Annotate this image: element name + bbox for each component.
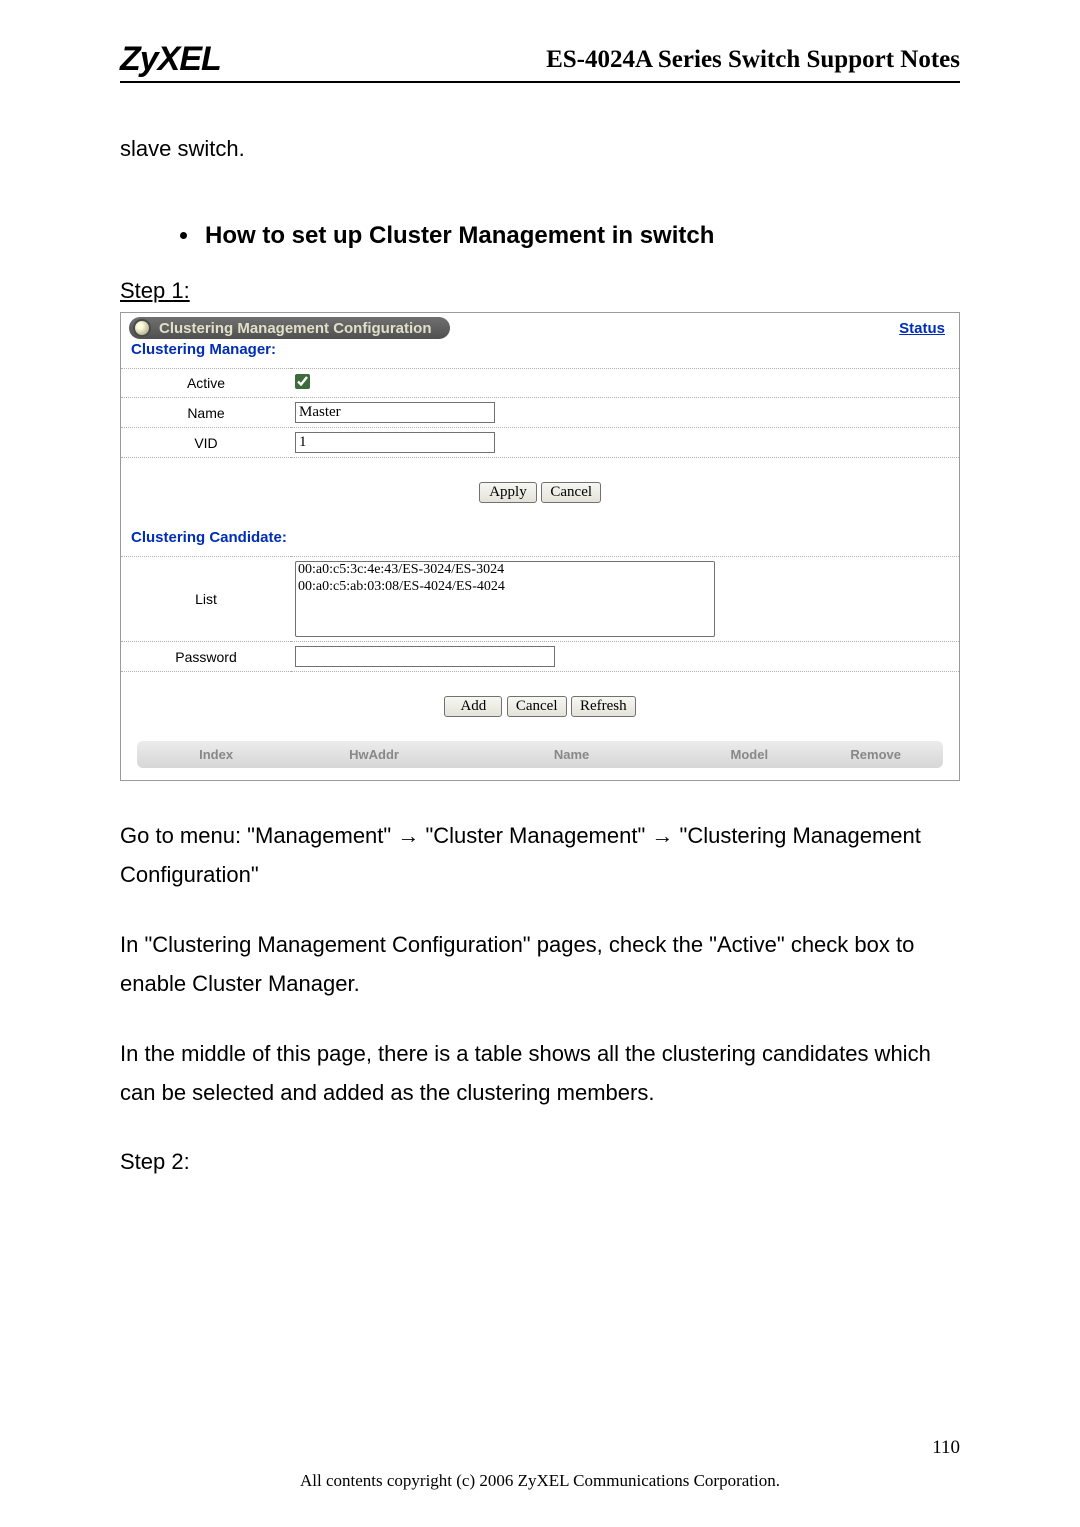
paragraph-1: Go to menu: "Management" → "Cluster Mana…: [120, 817, 960, 894]
tab-pill: Clustering Management Configuration: [129, 317, 450, 339]
clustering-candidate-heading: Clustering Candidate:: [121, 527, 959, 556]
tab-title: Clustering Management Configuration: [159, 320, 432, 337]
label-list: List: [121, 557, 291, 642]
arrow-icon: →: [651, 823, 673, 848]
row-name: Name: [121, 398, 959, 428]
col-hwaddr: HwAddr: [287, 747, 461, 762]
page-number: 110: [932, 1437, 960, 1459]
list-item[interactable]: 00:a0:c5:ab:03:08/ES-4024/ES-4024: [296, 579, 714, 596]
col-name: Name: [461, 747, 682, 762]
row-active: Active: [121, 369, 959, 398]
col-remove: Remove: [816, 747, 935, 762]
row-list: List 00:a0:c5:3c:4e:43/ES-3024/ES-3024 0…: [121, 557, 959, 642]
paragraph-3: In the middle of this page, there is a t…: [120, 1035, 960, 1112]
row-password: Password: [121, 642, 959, 672]
section-heading: How to set up Cluster Management in swit…: [180, 222, 960, 250]
refresh-button[interactable]: Refresh: [571, 696, 636, 717]
logo: ZyXEL: [120, 40, 221, 79]
label-name: Name: [121, 398, 291, 428]
manager-button-row: Apply Cancel: [121, 458, 959, 527]
footer-copyright: All contents copyright (c) 2006 ZyXEL Co…: [120, 1471, 960, 1491]
document-title: ES-4024A Series Switch Support Notes: [546, 46, 960, 74]
paragraph-2: In "Clustering Management Configuration"…: [120, 926, 960, 1003]
step-2-label: Step 2:: [120, 1144, 960, 1179]
members-table-header: Index HwAddr Name Model Remove: [137, 741, 943, 768]
label-password: Password: [121, 642, 291, 672]
status-link[interactable]: Status: [899, 320, 949, 337]
vid-input[interactable]: [295, 432, 495, 453]
active-checkbox[interactable]: [295, 374, 310, 389]
name-input[interactable]: [295, 402, 495, 423]
cancel-button-2[interactable]: Cancel: [507, 696, 567, 717]
list-item[interactable]: 00:a0:c5:3c:4e:43/ES-3024/ES-3024: [296, 562, 714, 579]
candidate-list[interactable]: 00:a0:c5:3c:4e:43/ES-3024/ES-3024 00:a0:…: [295, 561, 715, 637]
page-header: ZyXEL ES-4024A Series Switch Support Not…: [120, 40, 960, 83]
row-vid: VID: [121, 428, 959, 458]
arrow-icon: →: [397, 823, 419, 848]
cancel-button[interactable]: Cancel: [541, 482, 601, 503]
col-model: Model: [682, 747, 816, 762]
label-active: Active: [121, 369, 291, 398]
heading-text: How to set up Cluster Management in swit…: [205, 222, 714, 249]
panel-header: Clustering Management Configuration Stat…: [121, 313, 959, 339]
apply-button[interactable]: Apply: [479, 482, 537, 503]
intro-text: slave switch.: [120, 131, 960, 166]
col-index: Index: [145, 747, 287, 762]
candidate-form: List 00:a0:c5:3c:4e:43/ES-3024/ES-3024 0…: [121, 556, 959, 672]
config-panel: Clustering Management Configuration Stat…: [120, 312, 960, 781]
candidate-button-row: Add Cancel Refresh: [121, 672, 959, 741]
password-input[interactable]: [295, 646, 555, 667]
bullet-icon: [180, 232, 187, 239]
manager-form: Active Name VID: [121, 368, 959, 458]
step-1-label: Step 1:: [120, 278, 960, 304]
add-button[interactable]: Add: [444, 696, 502, 717]
clustering-manager-heading: Clustering Manager:: [121, 339, 959, 368]
label-vid: VID: [121, 428, 291, 458]
